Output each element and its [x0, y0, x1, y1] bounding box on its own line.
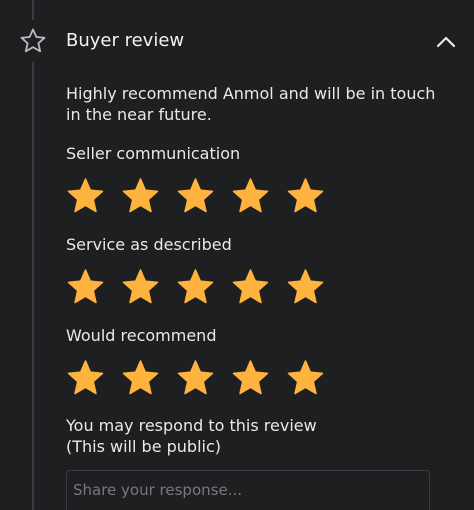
star-icon	[122, 178, 159, 213]
star-rating-would-recommend	[66, 359, 325, 396]
star-icon	[232, 178, 269, 213]
respond-prompt-line1: You may respond to this review	[66, 416, 317, 435]
review-text: Highly recommend Anmol and will be in to…	[66, 84, 436, 124]
star-icon	[177, 269, 214, 304]
buyer-review-panel: Buyer review Highly recommend Anmol and …	[0, 0, 474, 510]
rating-label-service-as-described: Service as described	[66, 235, 232, 254]
star-icon	[67, 178, 104, 213]
rating-label-would-recommend: Would recommend	[66, 326, 217, 345]
star-rating-seller-communication	[66, 177, 325, 214]
star-outline-icon	[20, 28, 46, 53]
star-icon	[67, 360, 104, 395]
star-rating-service-as-described	[66, 268, 325, 305]
star-icon	[122, 269, 159, 304]
star-icon	[287, 178, 324, 213]
star-icon	[287, 360, 324, 395]
star-icon	[177, 178, 214, 213]
star-icon	[122, 360, 159, 395]
star-icon	[67, 269, 104, 304]
respond-prompt: You may respond to this review (This wil…	[66, 415, 317, 457]
review-title: Buyer review	[66, 30, 185, 51]
star-icon	[177, 360, 214, 395]
timeline-line	[32, 62, 34, 510]
rating-label-seller-communication: Seller communication	[66, 144, 241, 163]
star-icon	[232, 360, 269, 395]
timeline-line-top	[32, 0, 34, 20]
response-input[interactable]	[66, 470, 430, 510]
respond-prompt-line2: (This will be public)	[66, 437, 221, 456]
chevron-up-icon[interactable]	[432, 30, 460, 54]
star-icon	[287, 269, 324, 304]
star-icon	[232, 269, 269, 304]
